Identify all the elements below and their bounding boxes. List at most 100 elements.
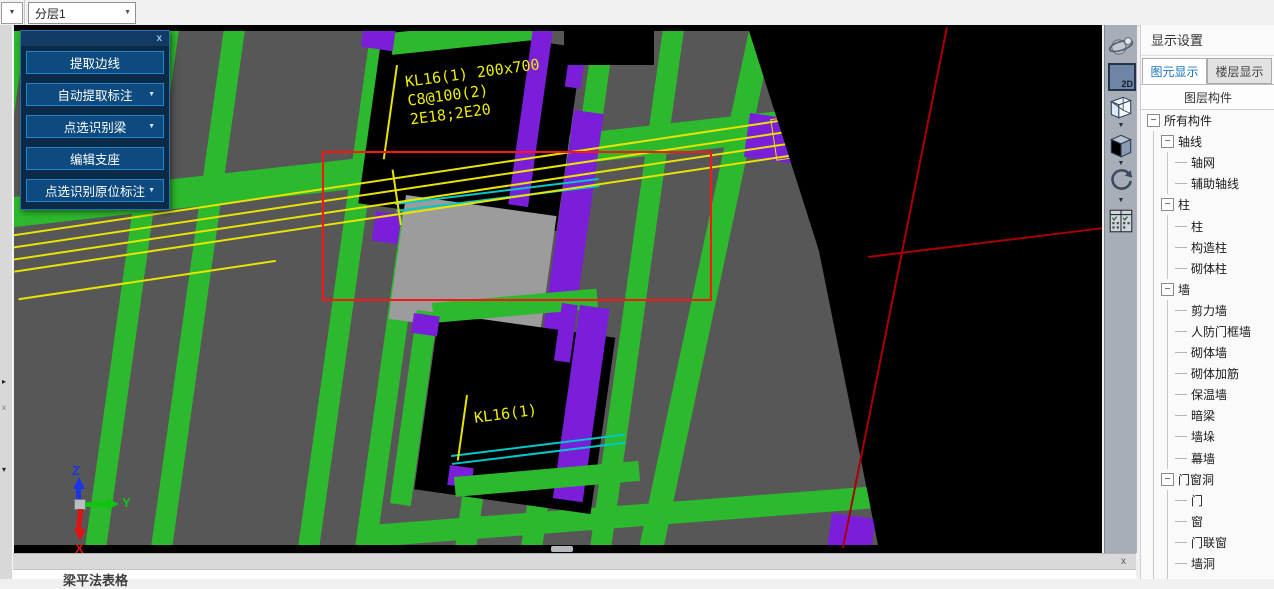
tree-guide-line (1161, 236, 1175, 258)
tree-item-label: 剪力墙 (1191, 303, 1228, 318)
tree-guide-line (1147, 215, 1161, 237)
tree-item-label: 柱 (1191, 219, 1204, 234)
tree-guide-line (1161, 574, 1175, 579)
panel-button[interactable]: 点选识别原位标注 ▼ (26, 179, 164, 202)
view-tool-strip: 2D ▼ ▼ ▼ (1104, 25, 1137, 553)
tree-row[interactable]: − 轴线 (1141, 131, 1274, 153)
model-viewport[interactable]: KL16(1) 200x700 C8@100(2) 2E18;2E20 KL16… (14, 25, 1102, 553)
collapse-toggle[interactable]: − (1147, 114, 1160, 128)
tree-branch-line (1175, 415, 1187, 417)
tree-row[interactable]: 墙垛 (1141, 426, 1274, 448)
collapse-toggle[interactable]: − (1161, 135, 1174, 149)
tree-guide-line (1161, 173, 1175, 195)
panel-titlebar[interactable]: x (21, 31, 169, 46)
close-icon[interactable]: x (2, 403, 6, 412)
tree-row[interactable]: 门联窗 (1141, 531, 1274, 553)
tree-branch-line (1175, 309, 1187, 311)
tree-guide-line (1147, 405, 1161, 427)
tree-row[interactable]: 墙洞 (1141, 552, 1274, 575)
axis-y-arrow (107, 498, 119, 510)
tree-row[interactable]: 保温墙 (1141, 384, 1274, 406)
tree-guide-line (1161, 342, 1175, 364)
tree-item-label: 墙 (1178, 282, 1191, 297)
tree-item-label: 保温墙 (1191, 388, 1228, 403)
tab-element-display[interactable]: 图元显示 (1142, 58, 1207, 84)
tree-guide-line (1147, 510, 1161, 532)
tree-guide-line (1147, 194, 1161, 216)
panel-title: 梁平法表格 (63, 573, 129, 588)
tree-row[interactable]: 窗 (1141, 510, 1274, 532)
expand-arrow-icon[interactable]: ▸ (2, 377, 6, 386)
tree-row[interactable]: 门 (1141, 489, 1274, 511)
chevron-down-icon[interactable]: ▼ (1105, 122, 1137, 129)
axis-x-label: X (75, 541, 84, 553)
tree-item-label: 柱 (1178, 198, 1191, 213)
orbit-view-icon[interactable] (1108, 34, 1134, 65)
panel-button[interactable]: 点选识别梁 ▼ (26, 115, 164, 138)
tree-row[interactable]: 砌体加筋 (1141, 363, 1274, 385)
panel-button-label: 编辑支座 (69, 153, 120, 167)
tree-item-label: 人防门框墙 (1191, 324, 1252, 339)
canvas-scroll-handle[interactable] (551, 546, 573, 552)
left-collapsed-panel-strip[interactable]: ▸ x ▾ (0, 25, 13, 579)
collapse-toggle[interactable]: − (1161, 198, 1174, 212)
collapse-toggle[interactable]: − (1161, 282, 1174, 296)
tree-row[interactable]: 剪力墙 (1141, 299, 1274, 321)
tree-item-label: 所有构件 (1164, 114, 1213, 129)
axis-x-arrow (74, 529, 86, 541)
tree-row[interactable]: 暗梁 (1141, 405, 1274, 427)
chevron-down-icon[interactable]: ▼ (1105, 160, 1137, 167)
tree-row[interactable]: 砌体柱 (1141, 257, 1274, 279)
tree-row[interactable]: 人防门框墙 (1141, 320, 1274, 343)
dropdown-caret-icon[interactable]: ▼ (148, 187, 155, 194)
chevron-down-icon[interactable]: ▼ (1105, 197, 1137, 204)
tree-guide-line (1161, 510, 1175, 532)
expand-arrow-icon[interactable]: ▾ (2, 465, 6, 474)
collapse-toggle[interactable]: − (1161, 472, 1174, 486)
panel-button[interactable]: 提取边线 (26, 51, 164, 74)
panel-button[interactable]: 编辑支座 (26, 147, 164, 170)
dropdown-caret-icon[interactable]: ▼ (148, 91, 155, 98)
tree-branch-line (1175, 267, 1187, 269)
tree-guide-line (1147, 468, 1161, 490)
tree-guide-line (1147, 320, 1161, 343)
dropdown-caret-icon[interactable]: ▼ (148, 123, 155, 130)
panel-button-label: 自动提取标注 (57, 89, 133, 103)
tree-branch-line (1175, 246, 1187, 248)
panel-button-label: 点选识别梁 (63, 121, 127, 135)
mini-dropdown[interactable]: ▼ (1, 2, 23, 24)
tree-row[interactable]: − 门窗洞 (1141, 468, 1274, 490)
rotate-view-icon[interactable] (1108, 167, 1134, 200)
tree-guide-line (1147, 531, 1161, 553)
close-icon[interactable]: x (156, 32, 162, 45)
tree-row[interactable]: 构造柱 (1141, 236, 1274, 258)
tree-guide-line (1161, 552, 1175, 575)
tree-guide-line (1147, 173, 1161, 195)
view-table-icon[interactable] (1108, 207, 1134, 240)
tree-row[interactable]: − 所有构件 (1141, 110, 1274, 131)
tree-row[interactable]: 幕墙 (1141, 447, 1274, 469)
layer-selector[interactable]: 分层1 ▼ (28, 2, 136, 24)
tree-item-label: 门窗洞 (1178, 472, 1215, 487)
view-2d-icon[interactable]: 2D (1108, 63, 1136, 91)
tree-row[interactable]: − 墙 (1141, 278, 1274, 300)
tree-guide-line (1161, 152, 1175, 174)
tree-item-label: 门 (1191, 493, 1204, 508)
tree-row[interactable]: − 柱 (1141, 194, 1274, 216)
tree-row[interactable]: 轴网 (1141, 152, 1274, 174)
tree-item-label: 轴网 (1191, 156, 1216, 171)
tree-guide-line (1147, 152, 1161, 174)
tree-guide-line (1161, 489, 1175, 511)
tree-branch-line (1175, 225, 1187, 227)
tree-row[interactable] (1141, 574, 1274, 579)
display-settings-sidebar: 显示设置 图元显示 楼层显示 图层构件 − 所有构件 − 轴线 轴网 辅助轴线 − 柱柱构造柱… (1140, 25, 1274, 579)
tree-row[interactable]: 辅助轴线 (1141, 173, 1274, 195)
tree-row[interactable]: 砌体墙 (1141, 342, 1274, 364)
panel-button[interactable]: 自动提取标注 ▼ (26, 83, 164, 106)
tree-item-label: 墙洞 (1191, 557, 1216, 572)
tab-floor-display[interactable]: 楼层显示 (1207, 58, 1272, 84)
tree-row[interactable]: 柱 (1141, 215, 1274, 237)
close-icon[interactable]: x (1121, 556, 1126, 568)
panel-button-label: 提取边线 (69, 57, 120, 71)
panel-header[interactable]: x (13, 553, 1136, 570)
